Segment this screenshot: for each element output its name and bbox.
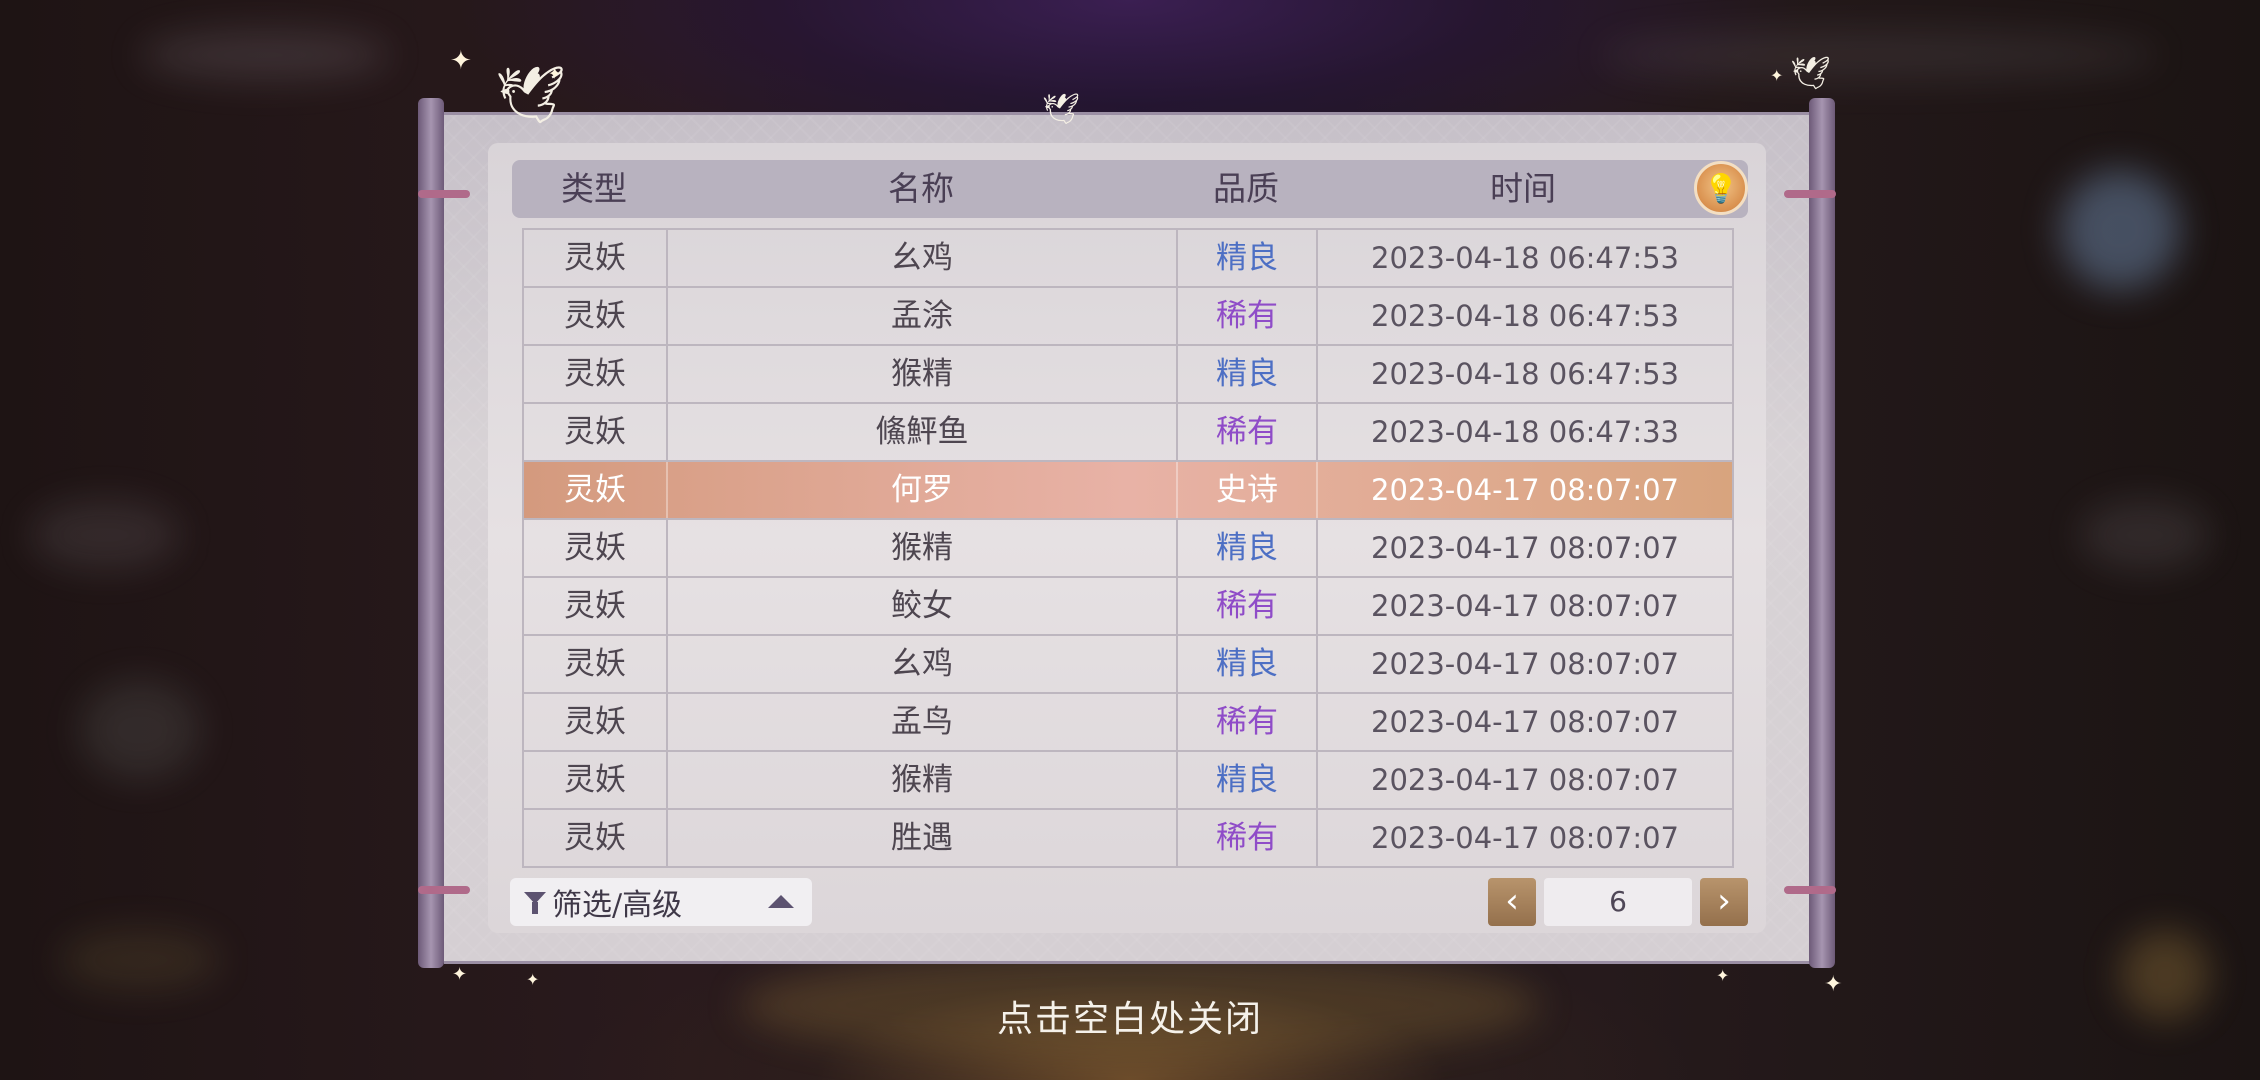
cell-quality: 精良 bbox=[1178, 520, 1318, 576]
close-hint-text[interactable]: 点击空白处关闭 bbox=[0, 990, 2260, 1042]
background-blur bbox=[2080, 500, 2210, 570]
background-blur bbox=[80, 680, 200, 780]
column-header-quality: 品质 bbox=[1213, 169, 1279, 208]
column-header-time: 时间 bbox=[1490, 169, 1556, 208]
cell-time: 2023-04-17 08:07:07 bbox=[1371, 473, 1679, 507]
cell-time: 2023-04-17 08:07:07 bbox=[1371, 763, 1679, 797]
table-row[interactable]: 灵妖 幺鸡 精良 2023-04-17 08:07:07 bbox=[524, 636, 1732, 694]
filter-label: 筛选/高级 bbox=[552, 888, 683, 923]
scroll-rod-left bbox=[418, 98, 444, 968]
chevron-left-icon: ‹ bbox=[1505, 881, 1519, 921]
background-blur bbox=[140, 30, 390, 80]
cell-type: 灵妖 bbox=[524, 462, 668, 518]
page-number: 6 bbox=[1544, 878, 1692, 926]
chevron-right-icon: › bbox=[1717, 881, 1731, 921]
cell-name: 幺鸡 bbox=[668, 636, 1178, 692]
cell-quality: 史诗 bbox=[1178, 462, 1318, 518]
cell-quality: 精良 bbox=[1178, 346, 1318, 402]
background-blur bbox=[60, 930, 220, 990]
next-page-button[interactable]: › bbox=[1700, 878, 1748, 926]
cell-type: 灵妖 bbox=[524, 230, 668, 286]
swallow-icon: 🕊 bbox=[1790, 54, 1831, 92]
cell-name: 猴精 bbox=[668, 752, 1178, 808]
cell-name: 鯈鮃鱼 bbox=[668, 404, 1178, 460]
table-row[interactable]: 灵妖 孟鸟 稀有 2023-04-17 08:07:07 bbox=[524, 694, 1732, 752]
cell-time: 2023-04-18 06:47:53 bbox=[1371, 299, 1679, 333]
cell-quality: 稀有 bbox=[1178, 578, 1318, 634]
cell-time: 2023-04-17 08:07:07 bbox=[1371, 821, 1679, 855]
swallow-icon: 🕊 bbox=[1042, 92, 1081, 127]
filter-icon bbox=[524, 890, 546, 914]
cell-time: 2023-04-17 08:07:07 bbox=[1371, 531, 1679, 565]
table-row[interactable]: 灵妖 幺鸡 精良 2023-04-18 06:47:53 bbox=[524, 230, 1732, 288]
cell-name: 胜遇 bbox=[668, 810, 1178, 866]
rod-knob bbox=[418, 190, 470, 198]
table-row[interactable]: 灵妖 猴精 精良 2023-04-18 06:47:53 bbox=[524, 346, 1732, 404]
cell-quality: 精良 bbox=[1178, 752, 1318, 808]
sparkle-icon: ✦ bbox=[452, 964, 468, 985]
background-blur bbox=[1600, 30, 2160, 80]
table-row-highlighted[interactable]: 灵妖 何罗 史诗 2023-04-17 08:07:07 bbox=[524, 462, 1732, 520]
column-header-type: 类型 bbox=[561, 169, 627, 208]
cell-time: 2023-04-17 08:07:07 bbox=[1371, 647, 1679, 681]
cell-name: 猴精 bbox=[668, 520, 1178, 576]
rod-knob bbox=[1784, 190, 1836, 198]
cell-quality: 精良 bbox=[1178, 230, 1318, 286]
cell-name: 孟鸟 bbox=[668, 694, 1178, 750]
record-table[interactable]: 灵妖 幺鸡 精良 2023-04-18 06:47:53 灵妖 孟涂 稀有 20… bbox=[522, 228, 1734, 868]
cell-time: 2023-04-18 06:47:53 bbox=[1371, 357, 1679, 391]
background-blur bbox=[2060, 170, 2180, 290]
rod-knob bbox=[418, 886, 470, 894]
cell-type: 灵妖 bbox=[524, 694, 668, 750]
table-row[interactable]: 灵妖 孟涂 稀有 2023-04-18 06:47:53 bbox=[524, 288, 1732, 346]
cell-quality: 稀有 bbox=[1178, 810, 1318, 866]
column-header-name: 名称 bbox=[888, 169, 954, 208]
cell-name: 何罗 bbox=[668, 462, 1178, 518]
cell-name: 鲛女 bbox=[668, 578, 1178, 634]
cell-quality: 稀有 bbox=[1178, 404, 1318, 460]
cell-type: 灵妖 bbox=[524, 578, 668, 634]
sparkle-icon: ✦ bbox=[1770, 66, 1784, 85]
cell-type: 灵妖 bbox=[524, 288, 668, 344]
cell-type: 灵妖 bbox=[524, 752, 668, 808]
hint-button[interactable]: 💡 bbox=[1694, 161, 1748, 215]
sparkle-icon: ✦ bbox=[526, 970, 540, 989]
cell-quality: 稀有 bbox=[1178, 288, 1318, 344]
table-row[interactable]: 灵妖 鲛女 稀有 2023-04-17 08:07:07 bbox=[524, 578, 1732, 636]
cell-type: 灵妖 bbox=[524, 346, 668, 402]
cell-time: 2023-04-17 08:07:07 bbox=[1371, 589, 1679, 623]
cell-time: 2023-04-18 06:47:33 bbox=[1371, 415, 1679, 449]
cell-name: 孟涂 bbox=[668, 288, 1178, 344]
prev-page-button[interactable]: ‹ bbox=[1488, 878, 1536, 926]
triangle-up-icon bbox=[768, 895, 794, 908]
cell-type: 灵妖 bbox=[524, 636, 668, 692]
cell-time: 2023-04-18 06:47:53 bbox=[1371, 241, 1679, 275]
cell-type: 灵妖 bbox=[524, 520, 668, 576]
cell-quality: 精良 bbox=[1178, 636, 1318, 692]
sparkle-icon: ✦ bbox=[450, 46, 472, 76]
table-row[interactable]: 灵妖 猴精 精良 2023-04-17 08:07:07 bbox=[524, 752, 1732, 810]
sparkle-icon: ✦ bbox=[548, 64, 562, 83]
rod-knob bbox=[1784, 886, 1836, 894]
background-blur bbox=[30, 500, 180, 570]
cell-name: 幺鸡 bbox=[668, 230, 1178, 286]
cell-type: 灵妖 bbox=[524, 810, 668, 866]
cell-quality: 稀有 bbox=[1178, 694, 1318, 750]
table-row[interactable]: 灵妖 胜遇 稀有 2023-04-17 08:07:07 bbox=[524, 810, 1732, 868]
table-row[interactable]: 灵妖 鯈鮃鱼 稀有 2023-04-18 06:47:33 bbox=[524, 404, 1732, 462]
cell-type: 灵妖 bbox=[524, 404, 668, 460]
cell-name: 猴精 bbox=[668, 346, 1178, 402]
scroll-rod-right bbox=[1809, 98, 1835, 968]
filter-dropdown[interactable]: 筛选/高级 bbox=[510, 878, 812, 926]
table-header: 类型 名称 品质 时间 bbox=[512, 160, 1748, 218]
table-row[interactable]: 灵妖 猴精 精良 2023-04-17 08:07:07 bbox=[524, 520, 1732, 578]
lightbulb-icon: 💡 bbox=[1703, 171, 1739, 205]
cell-time: 2023-04-17 08:07:07 bbox=[1371, 705, 1679, 739]
sparkle-icon: ✦ bbox=[1716, 966, 1730, 985]
